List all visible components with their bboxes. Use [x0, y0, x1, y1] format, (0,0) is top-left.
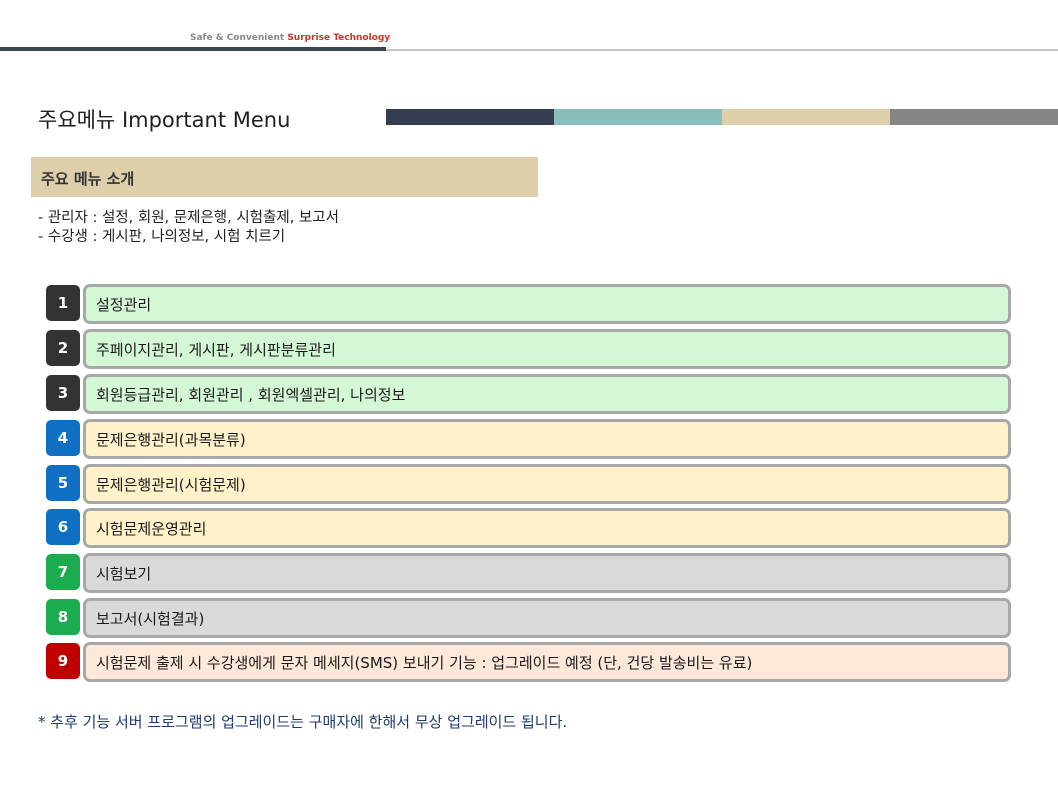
menu-item-box: 설정관리 — [83, 284, 1011, 324]
menu-item-box: 주페이지관리, 게시판, 게시판분류관리 — [83, 329, 1011, 369]
menu-item-box: 시험문제운영관리 — [83, 508, 1011, 548]
color-bar-segment-3 — [722, 109, 890, 125]
color-bar-segment-1 — [386, 109, 554, 125]
menu-number-badge: 5 — [46, 465, 80, 501]
menu-item-6: 6 시험문제운영관리 — [46, 508, 1011, 548]
menu-item-box: 문제은행관리(시험문제) — [83, 464, 1011, 504]
menu-item-label: 시험문제운영관리 — [96, 519, 207, 538]
menu-number-badge: 8 — [46, 599, 80, 635]
menu-item-4: 4 문제은행관리(과목분류) — [46, 419, 1011, 459]
intro-list: - 관리자 : 설정, 회원, 문제은행, 시험출제, 보고서 - 수강생 : … — [38, 209, 339, 247]
menu-item-7: 7 시험보기 — [46, 553, 1011, 593]
intro-line-student: - 수강생 : 게시판, 나의정보, 시험 치르기 — [38, 229, 286, 245]
color-bar-segment-2 — [554, 109, 722, 125]
menu-number-badge: 4 — [46, 420, 80, 456]
menu-item-8: 8 보고서(시험결과) — [46, 598, 1011, 638]
menu-item-3: 3 회원등급관리, 회원관리 , 회원엑셀관리, 나의정보 — [46, 374, 1011, 414]
color-bar-segment-4 — [890, 109, 1058, 125]
menu-item-box: 보고서(시험결과) — [83, 598, 1011, 638]
menu-item-box: 문제은행관리(과목분류) — [83, 419, 1011, 459]
menu-item-label: 보고서(시험결과) — [96, 609, 205, 628]
header-rule-dark — [0, 47, 386, 51]
menu-item-5: 5 문제은행관리(시험문제) — [46, 464, 1011, 504]
menu-number-badge: 7 — [46, 554, 80, 590]
section-header: 주요 메뉴 소개 — [31, 157, 538, 197]
menu-number-badge: 2 — [46, 330, 80, 366]
menu-item-box: 시험문제 출제 시 수강생에게 문자 메세지(SMS) 보내기 기능 : 업그레… — [83, 642, 1011, 682]
footnote: * 추후 기능 서버 프로그램의 업그레이드는 구매자에 한해서 무상 업그레이… — [38, 713, 568, 731]
menu-item-label: 문제은행관리(시험문제) — [96, 475, 246, 494]
section-header-label: 주요 메뉴 소개 — [41, 170, 135, 188]
menu-item-2: 2 주페이지관리, 게시판, 게시판분류관리 — [46, 329, 1011, 369]
menu-item-label: 시험보기 — [96, 564, 152, 583]
menu-item-label: 설정관리 — [96, 295, 152, 314]
intro-line-admin: - 관리자 : 설정, 회원, 문제은행, 시험출제, 보고서 — [38, 210, 339, 226]
page-title: 주요메뉴 Important Menu — [38, 108, 291, 132]
menu-number-badge: 3 — [46, 375, 80, 411]
menu-item-label: 주페이지관리, 게시판, 게시판분류관리 — [96, 340, 336, 359]
menu-item-box: 시험보기 — [83, 553, 1011, 593]
menu-number-badge: 9 — [46, 643, 80, 679]
menu-item-box: 회원등급관리, 회원관리 , 회원엑셀관리, 나의정보 — [83, 374, 1011, 414]
menu-item-1: 1 설정관리 — [46, 284, 1011, 324]
menu-item-label: 문제은행관리(과목분류) — [96, 430, 246, 449]
tagline: Safe & Convenient Surprise Technology — [190, 33, 390, 43]
tagline-prefix: Safe & Convenient — [190, 33, 285, 43]
menu-number-badge: 6 — [46, 509, 80, 545]
header-rule-light — [386, 49, 1058, 51]
menu-item-label: 회원등급관리, 회원관리 , 회원엑셀관리, 나의정보 — [96, 385, 406, 404]
menu-number-badge: 1 — [46, 285, 80, 321]
menu-item-label: 시험문제 출제 시 수강생에게 문자 메세지(SMS) 보내기 기능 : 업그레… — [96, 653, 753, 672]
tagline-brand: Surprise Technology — [287, 33, 391, 43]
menu-item-9: 9 시험문제 출제 시 수강생에게 문자 메세지(SMS) 보내기 기능 : 업… — [46, 642, 1011, 682]
